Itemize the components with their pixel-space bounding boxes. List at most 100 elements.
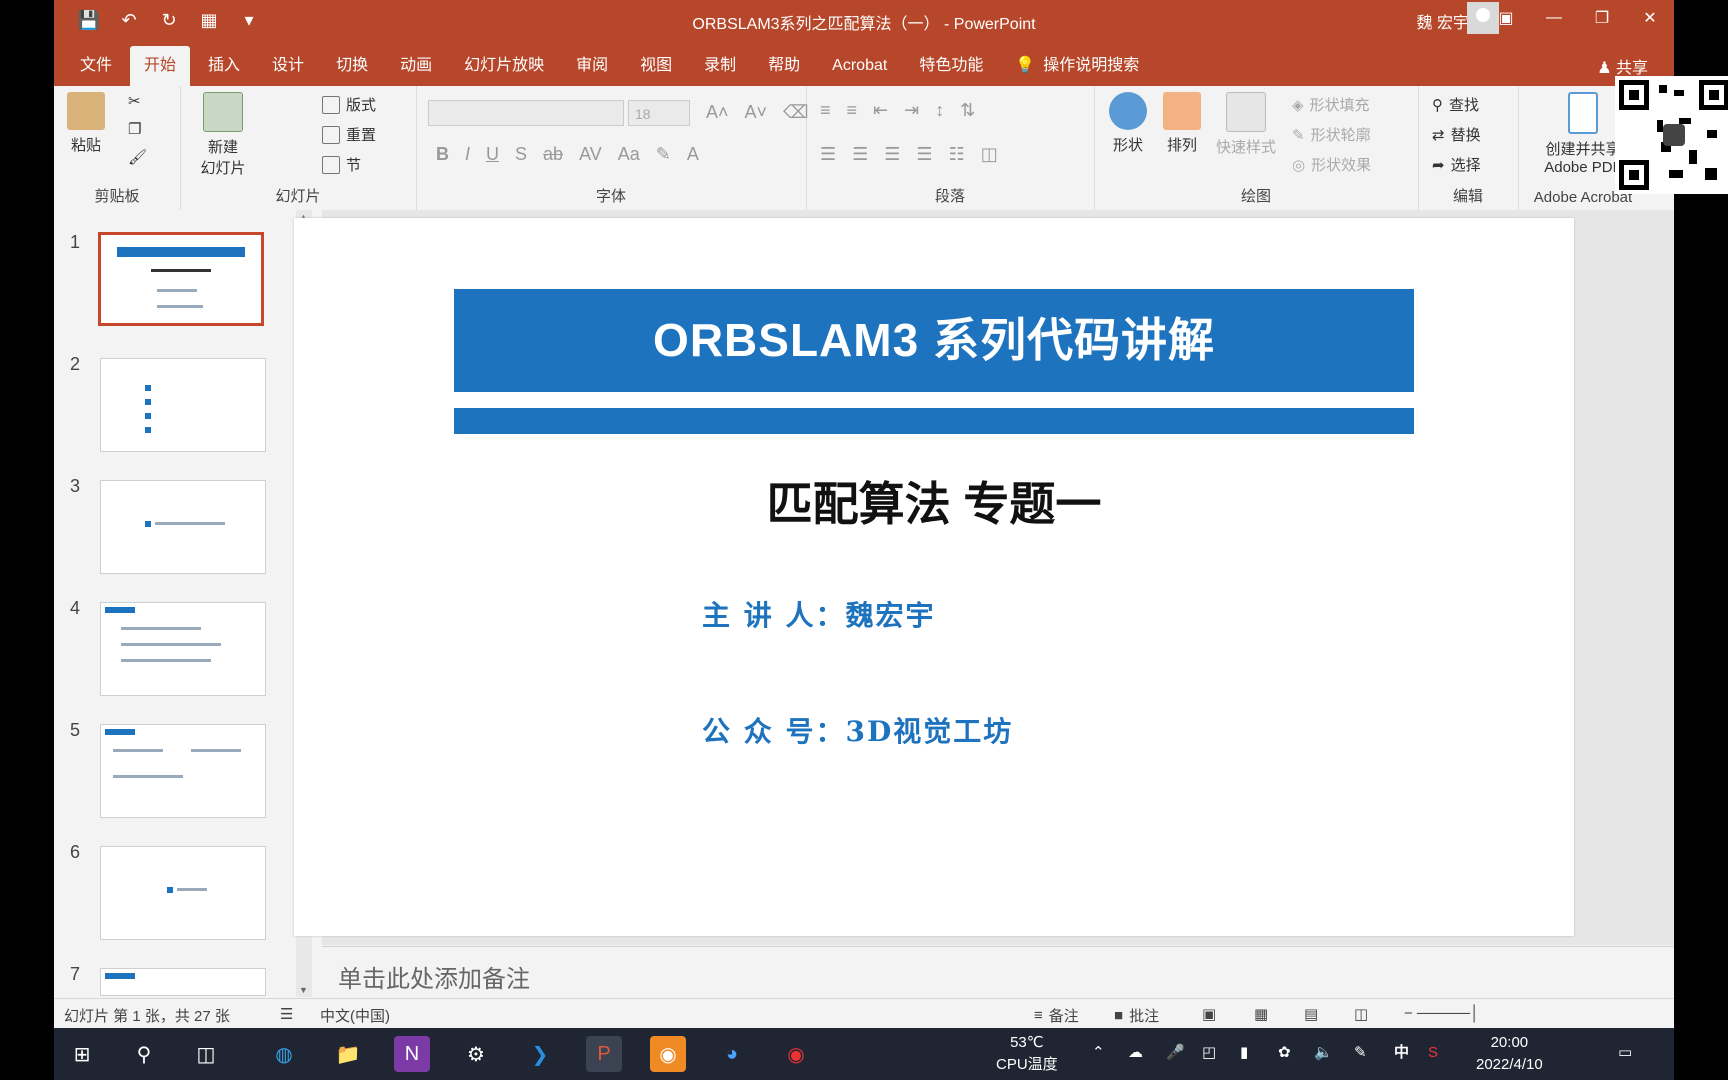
tab-view[interactable]: 视图 (626, 46, 686, 86)
layout-button[interactable]: 版式 (322, 94, 376, 115)
copy-icon[interactable]: ❐ (128, 120, 141, 138)
quick-styles-button[interactable]: 快速样式 (1212, 92, 1280, 157)
tab-design[interactable]: 设计 (258, 46, 318, 86)
slide-account[interactable]: 公 众 号：3D视觉工坊 (702, 710, 1013, 750)
tell-me-search[interactable]: 💡 操作说明搜索 (1001, 46, 1153, 86)
cut-icon[interactable]: ✂ (128, 92, 141, 110)
slide-sorter-icon[interactable]: ▦ (1254, 1005, 1268, 1023)
restore-icon[interactable]: ❐ (1578, 0, 1626, 36)
slide-thumbnail[interactable] (100, 846, 266, 940)
align-right-icon[interactable]: ☰ (884, 144, 900, 165)
microphone-icon[interactable]: 🎤 (1166, 1042, 1185, 1064)
powerpoint-taskbar-icon[interactable]: P (586, 1036, 622, 1072)
decrease-indent-icon[interactable]: ⇤ (873, 100, 888, 121)
task-view-icon[interactable]: ◫ (188, 1036, 224, 1072)
ribbon-display-options-icon[interactable]: ▣ (1482, 0, 1530, 36)
reading-view-icon[interactable]: ▤ (1304, 1005, 1318, 1023)
numbering-icon[interactable]: ≡ (847, 100, 858, 121)
slide-thumbnail[interactable] (100, 968, 266, 996)
highlight-icon[interactable]: ✎ (656, 144, 671, 165)
network-icon[interactable]: ◰ (1202, 1042, 1216, 1064)
font-size-field[interactable]: 18 (628, 100, 690, 126)
tab-file[interactable]: 文件 (66, 46, 126, 86)
line-spacing-icon[interactable]: ↕ (935, 100, 944, 121)
volume-icon[interactable]: 🔈 (1314, 1042, 1333, 1064)
tab-help[interactable]: 帮助 (754, 46, 814, 86)
shrink-font-icon[interactable]: A˅ (745, 102, 768, 123)
tab-home[interactable]: 开始 (130, 46, 191, 86)
shadow-icon[interactable]: S (515, 144, 527, 165)
smartart-icon[interactable]: ◫ (981, 144, 998, 165)
slide-presenter[interactable]: 主 讲 人：魏宏宇 (702, 594, 936, 634)
normal-view-icon[interactable]: ▣ (1202, 1005, 1216, 1023)
clock[interactable]: 20:00 2022/4/10 (1476, 1032, 1543, 1076)
ime-indicator[interactable]: 中 (1394, 1042, 1409, 1064)
select-button[interactable]: ➦ 选择 (1432, 154, 1481, 175)
find-button[interactable]: ⚲ 查找 (1432, 94, 1479, 115)
settings-icon[interactable]: ⚙ (458, 1036, 494, 1072)
user-name[interactable]: 魏 宏宇 (1417, 9, 1469, 33)
cloud-icon[interactable]: ☁ (1128, 1042, 1143, 1064)
underline-icon[interactable]: U (486, 144, 499, 165)
notification-icon[interactable]: ▭ (1618, 1042, 1632, 1064)
minimize-icon[interactable]: — (1530, 0, 1578, 36)
strikethrough-icon[interactable]: ab (543, 144, 563, 165)
onenote-icon[interactable]: N (394, 1036, 430, 1072)
slide-banner-title[interactable]: ORBSLAM3 系列代码讲解 (454, 289, 1414, 392)
paste-button[interactable]: 粘贴 (66, 92, 106, 155)
tab-transitions[interactable]: 切换 (322, 46, 382, 86)
start-icon[interactable]: ⊞ (64, 1036, 100, 1072)
slide-thumbnail[interactable] (100, 480, 266, 574)
pdf-app-icon[interactable]: ◉ (650, 1036, 686, 1072)
grow-font-icon[interactable]: A˄ (706, 102, 729, 123)
align-center-icon[interactable]: ☰ (852, 144, 868, 165)
replace-button[interactable]: ⇄ 替换 (1432, 124, 1481, 145)
accessibility-icon[interactable]: ☰ (280, 1005, 293, 1023)
shape-outline-button[interactable]: ✎ 形状轮廓 (1292, 124, 1371, 145)
shapes-button[interactable]: 形状 (1106, 92, 1150, 155)
tab-review[interactable]: 审阅 (562, 46, 622, 86)
arrange-button[interactable]: 排列 (1160, 92, 1204, 155)
battery-icon[interactable]: ▮ (1240, 1042, 1248, 1064)
zoom-slider[interactable]: − ─────│ (1404, 1005, 1479, 1022)
close-icon[interactable]: ✕ (1626, 0, 1674, 36)
sogou-ime-icon[interactable]: S (1428, 1042, 1438, 1064)
tab-record[interactable]: 录制 (690, 46, 750, 86)
tab-animations[interactable]: 动画 (386, 46, 446, 86)
share-button[interactable]: ♟ 共享 (1597, 54, 1648, 78)
music-app-icon[interactable]: ◉ (778, 1036, 814, 1072)
language-indicator[interactable]: 中文(中国) (320, 1005, 390, 1026)
slide-thumbnail[interactable] (100, 602, 266, 696)
shape-fill-button[interactable]: ◈ 形状填充 (1292, 94, 1370, 115)
italic-icon[interactable]: I (465, 144, 470, 165)
increase-indent-icon[interactable]: ⇥ (904, 100, 919, 121)
reset-button[interactable]: 重置 (322, 124, 376, 145)
tab-slideshow[interactable]: 幻灯片放映 (450, 46, 558, 86)
change-case-icon[interactable]: Aa (618, 144, 640, 165)
slide-thumbnail[interactable] (98, 232, 264, 326)
columns-icon[interactable]: ☷ (949, 144, 965, 165)
pen-tray-icon[interactable]: ✎ (1354, 1042, 1367, 1064)
section-button[interactable]: 节 (322, 154, 361, 175)
slideshow-view-icon[interactable]: ◫ (1354, 1005, 1368, 1023)
notes-pane[interactable]: 单击此处添加备注 (322, 946, 1706, 999)
justify-icon[interactable]: ☰ (916, 144, 932, 165)
tab-insert[interactable]: 插入 (194, 46, 254, 86)
browser-icon[interactable]: ◕ (714, 1036, 750, 1072)
scroll-down-icon[interactable]: ▼ (299, 985, 308, 995)
font-family-field[interactable] (428, 100, 624, 126)
tray-chevron-icon[interactable]: ⌃ (1092, 1042, 1105, 1064)
vscode-icon[interactable]: ❯ (522, 1036, 558, 1072)
tab-acrobat[interactable]: Acrobat (818, 46, 901, 86)
slide-subtitle[interactable]: 匹配算法 专题一 (294, 468, 1574, 534)
text-direction-icon[interactable]: ⇅ (960, 100, 975, 121)
shape-effects-button[interactable]: ◎ 形状效果 (1292, 154, 1371, 175)
align-left-icon[interactable]: ☰ (820, 144, 836, 165)
file-explorer-icon[interactable]: 📁 (330, 1036, 366, 1072)
slide-thumbnail[interactable] (100, 358, 266, 452)
wifi-icon[interactable]: ✿ (1278, 1042, 1291, 1064)
font-color-icon[interactable]: A (687, 144, 699, 165)
slide-thumbnail[interactable] (100, 724, 266, 818)
search-icon[interactable]: ⚲ (126, 1036, 162, 1072)
notes-toggle[interactable]: ≡ 备注 (1034, 1005, 1079, 1026)
